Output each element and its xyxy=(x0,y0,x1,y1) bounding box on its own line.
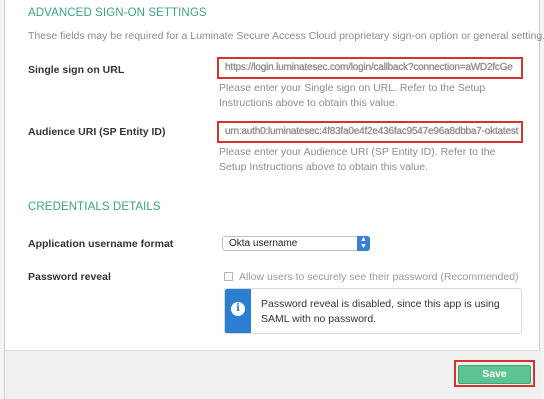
password-reveal-label: Password reveal xyxy=(28,271,111,283)
password-reveal-option: Allow users to securely see their passwo… xyxy=(224,271,519,283)
credentials-section-title: CREDENTIALS DETAILS xyxy=(28,201,161,213)
app-settings-panel: ADVANCED SIGN-ON SETTINGS These fields m… xyxy=(4,0,544,399)
info-icon: i xyxy=(231,302,245,316)
save-button-highlight: Save xyxy=(454,360,535,387)
sso-url-label: Single sign on URL xyxy=(28,64,125,76)
info-bar: i xyxy=(225,289,251,333)
audience-uri-input[interactable]: urn:auth0:luminatesec:4f83fa0e4f2e436fac… xyxy=(217,121,523,143)
password-reveal-checkbox-label: Allow users to securely see their passwo… xyxy=(239,271,519,283)
advanced-section-description: These fields may be required for a Lumin… xyxy=(28,30,544,42)
audience-uri-label: Audience URI (SP Entity ID) xyxy=(28,126,166,138)
advanced-section-title: ADVANCED SIGN-ON SETTINGS xyxy=(28,7,207,19)
password-reveal-info-text: Password reveal is disabled, since this … xyxy=(261,298,500,325)
save-button[interactable]: Save xyxy=(458,364,531,384)
username-format-label: Application username format xyxy=(28,238,174,250)
sso-url-help: Please enter your Single sign on URL. Re… xyxy=(219,82,486,109)
password-reveal-info-box: i Password reveal is disabled, since thi… xyxy=(224,288,522,334)
username-format-select[interactable]: Okta username ▲ ▼ xyxy=(222,236,370,251)
select-arrows-icon: ▲ ▼ xyxy=(357,236,370,251)
audience-uri-help: Please enter your Audience URI (SP Entit… xyxy=(219,146,496,173)
username-format-value: Okta username xyxy=(229,238,298,249)
password-reveal-checkbox[interactable] xyxy=(224,272,233,281)
sso-url-input[interactable]: https://login.luminatesec.com/login/call… xyxy=(217,57,523,79)
